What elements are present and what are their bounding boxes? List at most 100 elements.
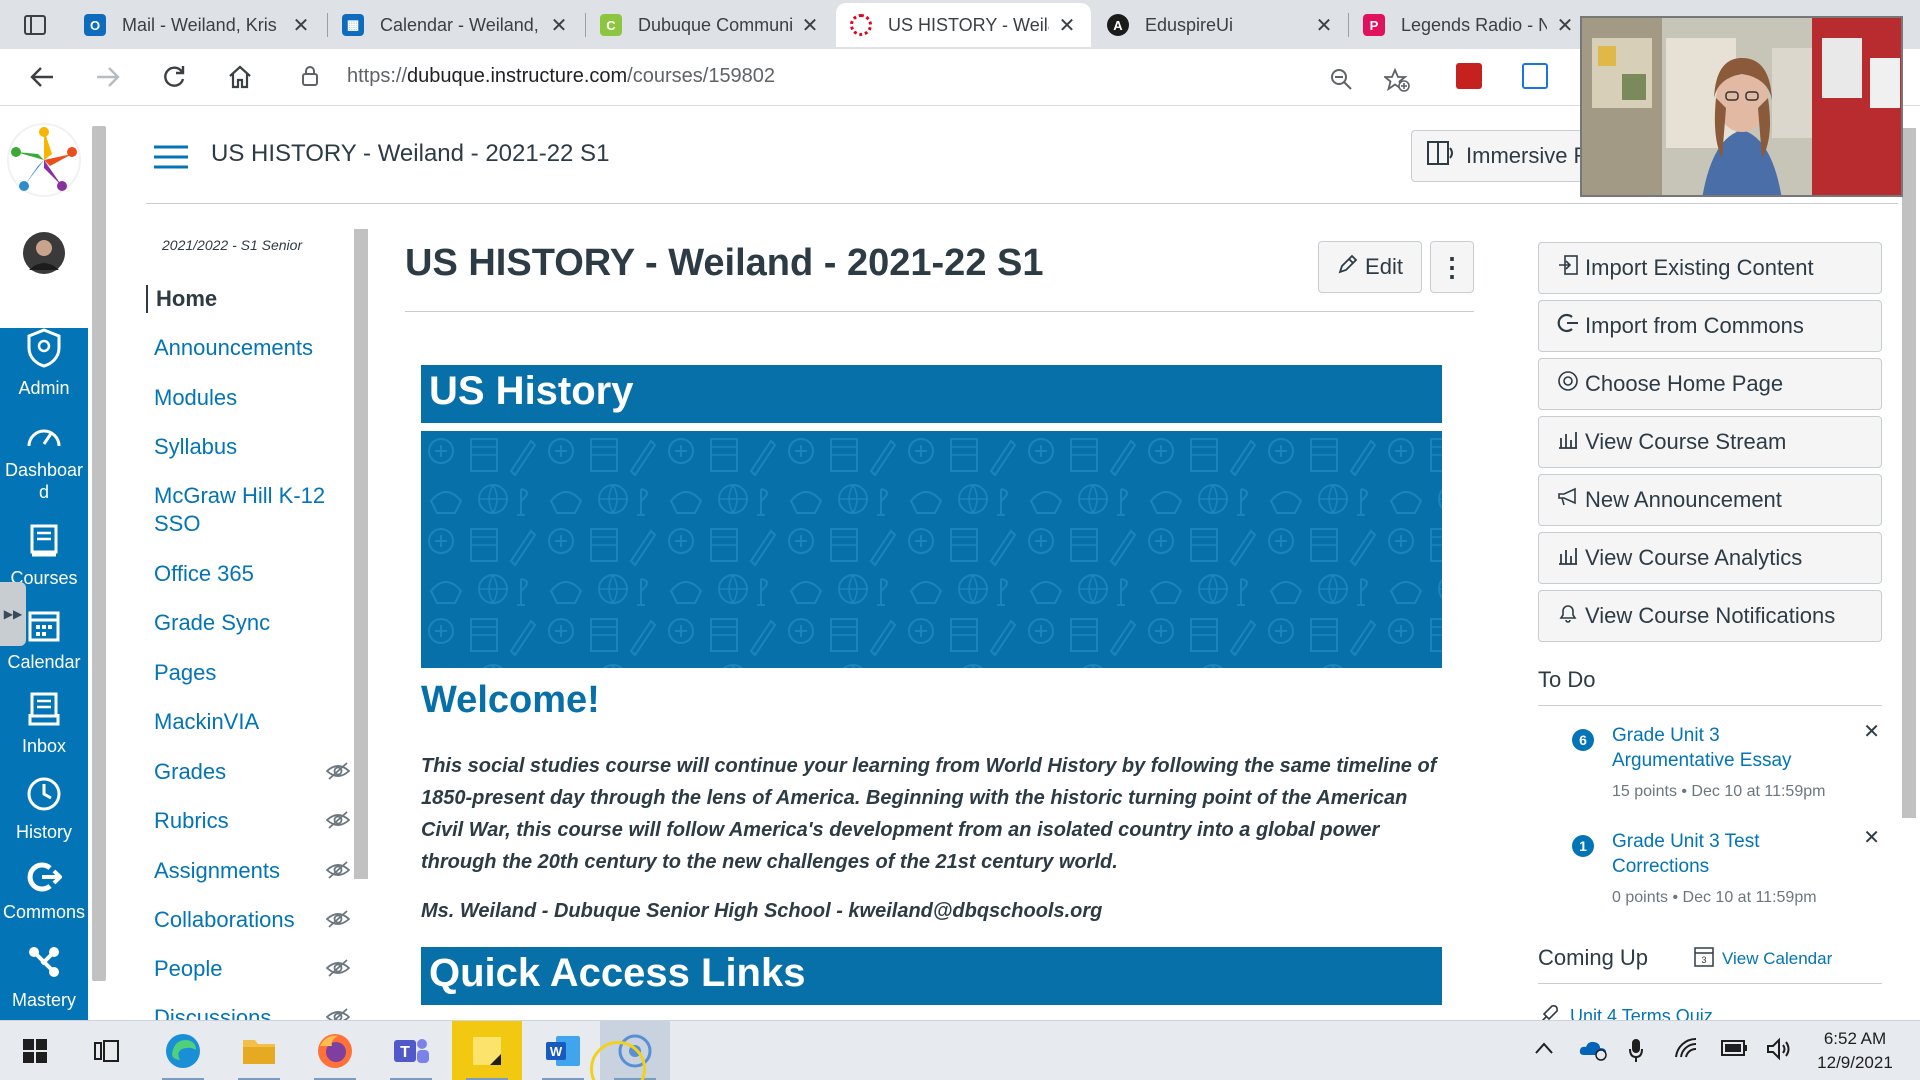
url-field[interactable]: https://dubuque.instructure.com/courses/…	[280, 55, 1410, 97]
home-icon[interactable]	[222, 59, 258, 95]
course-nav-rubrics[interactable]: Rubrics	[154, 807, 350, 835]
course-nav-people[interactable]: People	[154, 955, 350, 983]
forward-arrow-icon[interactable]	[90, 59, 126, 95]
header-divider	[146, 203, 1900, 204]
course-nav-pages[interactable]: Pages	[154, 659, 350, 687]
nav-inbox[interactable]: Inbox	[0, 692, 88, 757]
teams-icon[interactable]: T	[376, 1021, 446, 1080]
nav-dashboard[interactable]: Dashboard	[0, 420, 88, 503]
wifi-icon[interactable]	[1674, 1037, 1700, 1066]
new-announcement-button[interactable]: New Announcement	[1538, 474, 1882, 526]
chevron-up-icon[interactable]	[1534, 1041, 1554, 1060]
more-options-button[interactable]: ⋮	[1430, 241, 1474, 293]
lock-icon[interactable]	[302, 66, 318, 91]
global-navigation: Account Admin Dashboard Courses Calendar…	[0, 106, 88, 1080]
import-icon	[1557, 254, 1585, 282]
battery-icon[interactable]	[1720, 1037, 1748, 1064]
tab-actions-icon[interactable]	[18, 10, 52, 40]
course-nav-grade-sync[interactable]: Grade Sync	[154, 609, 350, 637]
volume-icon[interactable]	[1766, 1037, 1792, 1066]
district-logo[interactable]	[4, 120, 84, 200]
immersive-reader-button[interactable]: Immersive R	[1411, 130, 1601, 182]
browser-tab-calendar[interactable]: ▦ Calendar - Weiland, ✕	[328, 3, 583, 47]
nav-account[interactable]: Account	[0, 228, 88, 309]
close-icon[interactable]: ✕	[1314, 13, 1334, 38]
start-icon[interactable]	[0, 1021, 70, 1080]
browser-tab-dubuque[interactable]: C Dubuque Communi ✕	[586, 3, 834, 47]
file-explorer-icon[interactable]	[224, 1021, 294, 1080]
course-nav-label: Discussions	[154, 1005, 272, 1020]
button-label: View Course Notifications	[1585, 603, 1836, 628]
nav-admin[interactable]: Admin	[0, 328, 88, 399]
sticky-notes-icon[interactable]	[452, 1021, 522, 1080]
zoom-icon[interactable]	[1330, 68, 1352, 95]
favorite-star-icon[interactable]	[1382, 67, 1410, 97]
target-icon	[1557, 370, 1585, 398]
course-nav-scrollbar[interactable]	[350, 207, 372, 1020]
view-course-analytics-button[interactable]: View Course Analytics	[1538, 532, 1882, 584]
close-icon[interactable]: ✕	[1057, 13, 1077, 38]
view-calendar-link[interactable]: 3 View Calendar	[1694, 945, 1832, 972]
back-arrow-icon[interactable]	[24, 59, 60, 95]
onedrive-icon[interactable]	[1578, 1037, 1608, 1066]
upcoming-item[interactable]: Unit 4 Terms Quiz	[1538, 1003, 1713, 1020]
close-icon[interactable]: ✕	[291, 13, 311, 38]
firefox-icon[interactable]	[300, 1021, 370, 1080]
close-icon[interactable]: ✕	[1555, 13, 1575, 38]
microphone-icon[interactable]	[1628, 1037, 1644, 1068]
todo-link[interactable]: Grade Unit 3 Test Corrections	[1612, 829, 1842, 879]
collapse-nav-handle[interactable]: ▶▶	[0, 582, 26, 646]
nav-history[interactable]: History	[0, 776, 88, 843]
extension-red-icon[interactable]	[1456, 63, 1482, 89]
view-course-notifications-button[interactable]: View Course Notifications	[1538, 590, 1882, 642]
browser-tab-mail[interactable]: O Mail - Weiland, Kris ✕	[70, 3, 325, 47]
hidden-eye-icon	[325, 809, 350, 837]
edge-icon[interactable]	[148, 1021, 218, 1080]
hamburger-menu-icon[interactable]	[154, 144, 188, 175]
course-nav-modules[interactable]: Modules	[154, 384, 350, 412]
calendar-small-icon: 3	[1694, 945, 1722, 972]
todo-link[interactable]: Grade Unit 3 Argumentative Essay	[1612, 723, 1842, 773]
nav-scrollbar[interactable]	[88, 106, 110, 1020]
term-label: 2021/2022 - S1 Senior	[162, 237, 303, 253]
close-icon[interactable]: ✕	[800, 13, 820, 38]
mastery-icon	[26, 944, 62, 985]
browser-tab-us-history[interactable]: US HISTORY - Weila ✕	[836, 3, 1091, 47]
course-nav-home[interactable]: Home	[146, 285, 342, 313]
import-from-commons-button[interactable]: Import from Commons	[1538, 300, 1882, 352]
course-nav-assignments[interactable]: Assignments	[154, 857, 350, 885]
breadcrumb[interactable]: US HISTORY - Weiland - 2021-22 S1	[211, 140, 609, 168]
course-nav-label: Pages	[154, 660, 217, 685]
browser-tab-eduspire[interactable]: A EduspireUi ✕	[1093, 3, 1348, 47]
edit-button[interactable]: Edit	[1318, 241, 1422, 293]
course-nav-grades[interactable]: Grades	[154, 758, 350, 786]
nav-courses[interactable]: Courses	[0, 524, 88, 589]
nav-mastery[interactable]: Mastery	[0, 944, 88, 1011]
view-course-stream-button[interactable]: View Course Stream	[1538, 416, 1882, 468]
dismiss-close-icon[interactable]: ✕	[1863, 719, 1880, 744]
import-existing-content-button[interactable]: Import Existing Content	[1538, 242, 1882, 294]
word-icon[interactable]: W	[528, 1021, 598, 1080]
inbox-icon	[28, 692, 60, 731]
course-navigation: 2021/2022 - S1 Senior Home Announcements…	[146, 207, 350, 1020]
nav-commons[interactable]: Commons	[0, 862, 88, 923]
course-nav-office-365[interactable]: Office 365	[154, 560, 350, 588]
course-nav-syllabus[interactable]: Syllabus	[154, 433, 350, 461]
svg-text:3: 3	[1701, 955, 1706, 965]
browser-tab-legends-radio[interactable]: P Legends Radio - No ✕	[1349, 3, 1589, 47]
course-nav-announcements[interactable]: Announcements	[154, 334, 350, 362]
page-scrollbar[interactable]	[1898, 106, 1920, 1020]
reload-icon[interactable]	[156, 59, 192, 95]
choose-home-page-button[interactable]: Choose Home Page	[1538, 358, 1882, 410]
extension-blue-icon[interactable]	[1522, 63, 1548, 89]
dismiss-close-icon[interactable]: ✕	[1863, 825, 1880, 850]
course-nav-discussions[interactable]: Discussions	[154, 1004, 350, 1020]
course-nav-mcgraw-hill[interactable]: McGraw Hill K-12 SSO	[154, 482, 334, 538]
close-icon[interactable]: ✕	[549, 13, 569, 38]
course-nav-mackinvia[interactable]: MackinVIA	[154, 708, 350, 736]
course-nav-collaborations[interactable]: Collaborations	[154, 906, 350, 934]
system-clock[interactable]: 6:52 AM 12/9/2021	[1800, 1027, 1910, 1075]
task-view-icon[interactable]	[72, 1021, 142, 1080]
view-calendar-label: View Calendar	[1722, 948, 1833, 968]
shield-icon	[27, 328, 61, 373]
